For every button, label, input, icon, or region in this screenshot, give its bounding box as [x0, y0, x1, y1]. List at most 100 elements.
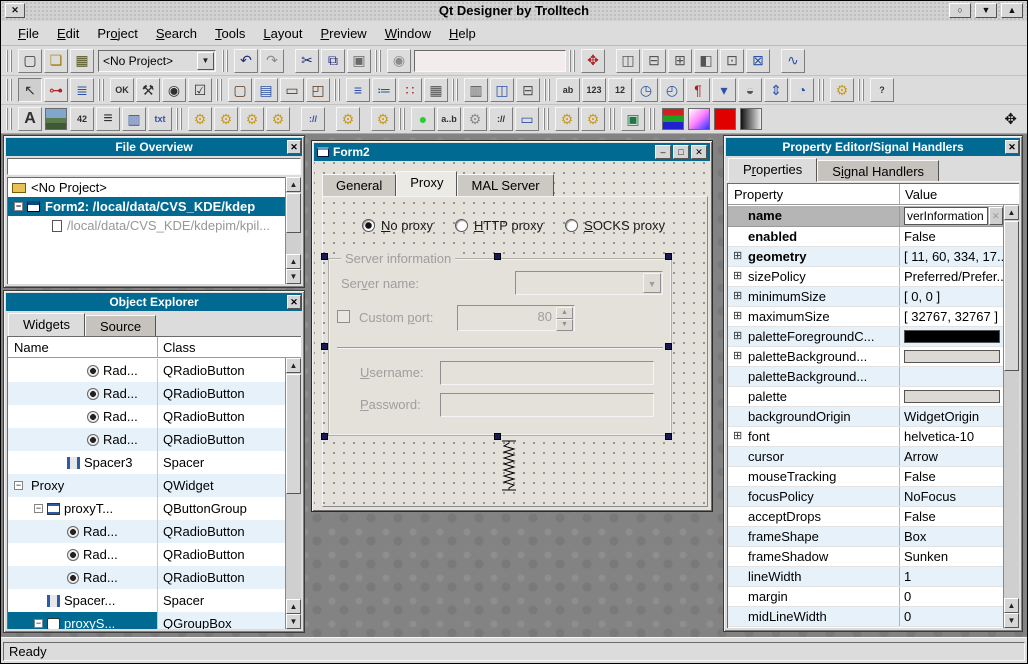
scroll-up-icon[interactable]: ▲ [1004, 598, 1019, 613]
property-row[interactable]: palette [728, 387, 1003, 407]
menu-window[interactable]: Window [376, 24, 440, 43]
property-row[interactable]: ⊞ paletteForegroundC... [728, 327, 1003, 347]
color-red-icon[interactable] [714, 108, 736, 130]
property-editor-scrollbar[interactable]: ▲ ▲ ▼ [1003, 205, 1019, 628]
undo-icon[interactable]: ↶ [234, 49, 258, 73]
color-swatch[interactable] [904, 390, 1000, 403]
kde-window-widget-icon[interactable]: ⚙ [336, 107, 360, 131]
scrollbar-thumb[interactable] [286, 193, 301, 233]
expand-icon[interactable]: ⊞ [733, 351, 744, 362]
table-row[interactable]: Rad... QRadioButton [8, 382, 285, 405]
close-icon[interactable]: ✕ [287, 295, 301, 309]
text-edit-icon[interactable]: ¶ [686, 78, 710, 102]
table-row[interactable]: Rad... QRadioButton [8, 428, 285, 451]
open-folder-icon[interactable]: ❏ [44, 49, 68, 73]
line-icon[interactable]: ≡ [96, 107, 120, 131]
window-iconify-button[interactable]: ▼ [975, 3, 997, 18]
radio-button-icon[interactable]: ◉ [162, 78, 186, 102]
kde-password-widget-icon[interactable]: ⚙ [240, 107, 264, 131]
property-row[interactable]: backgroundOrigin WidgetOrigin [728, 407, 1003, 427]
expand-icon[interactable]: ⊞ [733, 271, 744, 282]
kde-file-gear-icon[interactable]: ⚙ [581, 107, 605, 131]
kde-range-icon[interactable]: a..b [437, 107, 461, 131]
table-row[interactable]: − Proxy QWidget [8, 474, 285, 497]
tab-source[interactable]: Source [85, 315, 156, 336]
menu-layout[interactable]: Layout [254, 24, 311, 43]
expand-icon[interactable]: ⊞ [733, 291, 744, 302]
tab-widget-icon[interactable]: ◰ [306, 78, 330, 102]
text-browser-icon[interactable]: txt [148, 107, 172, 131]
scroll-up-icon[interactable]: ▲ [286, 599, 301, 614]
property-row[interactable]: acceptDrops False [728, 507, 1003, 527]
slider-icon[interactable]: ◒ [738, 78, 762, 102]
table-header[interactable]: Property Value [728, 184, 1019, 205]
window-maximize-button[interactable]: ▲ [1001, 3, 1023, 18]
toolbar-handle[interactable] [375, 50, 383, 72]
file-overview-scrollbar[interactable]: ▲ ▲ ▼ [285, 177, 301, 284]
table-row[interactable]: Rad... QRadioButton [8, 543, 285, 566]
expand-icon[interactable]: ⊞ [733, 331, 744, 342]
file-overview-titlebar[interactable]: File Overview ✕ [6, 138, 302, 156]
scroll-bar-icon[interactable]: ⇕ [764, 78, 788, 102]
push-button-icon[interactable]: OK [110, 78, 134, 102]
property-row[interactable]: frameShadow Sunken [728, 547, 1003, 567]
layout-horizontal-icon[interactable]: ◫ [616, 49, 640, 73]
connect-signals-icon[interactable]: ⊶ [44, 78, 68, 102]
kde-lineedit-widget-icon[interactable]: ⚙ [214, 107, 238, 131]
color-picker-icon[interactable] [688, 108, 710, 130]
color-swatch[interactable] [904, 330, 1000, 343]
frame-icon[interactable]: ▭ [280, 78, 304, 102]
kde-date-widget-icon[interactable]: ⚙ [266, 107, 290, 131]
property-row[interactable]: focusPolicy NoFocus [728, 487, 1003, 507]
reset-icon[interactable]: ✕ [989, 207, 1004, 225]
scroll-up-icon[interactable]: ▲ [286, 177, 301, 192]
progress-bar-icon[interactable]: ▥ [122, 107, 146, 131]
selection-handle[interactable] [321, 253, 328, 260]
radio-socks-proxy[interactable]: SOCKS proxy [565, 218, 665, 233]
time-edit-icon[interactable]: ◷ [634, 78, 658, 102]
find-icon[interactable]: ◉ [387, 49, 411, 73]
maximize-icon[interactable]: □ [673, 145, 689, 159]
text-view-icon[interactable]: ▥ [464, 78, 488, 102]
menu-preview[interactable]: Preview [311, 24, 375, 43]
custom-widget-icon[interactable]: ⚙ [830, 78, 854, 102]
property-row[interactable]: ⊞ minimumSize [ 0, 0 ] [728, 287, 1003, 307]
whats-this-icon[interactable]: ? [870, 78, 894, 102]
property-row[interactable]: margin 0 [728, 587, 1003, 607]
layout-vertical-icon[interactable]: ⊟ [642, 49, 666, 73]
tree-expander-icon[interactable]: − [34, 619, 43, 628]
menu-file[interactable]: File [9, 24, 48, 43]
property-editor-titlebar[interactable]: Property Editor/Signal Handlers ✕ [726, 138, 1020, 156]
form-tab[interactable]: MAL Server [457, 174, 553, 196]
tree-expander-icon[interactable]: − [34, 504, 43, 513]
kde-number-widget-icon[interactable]: ⚙ [371, 107, 395, 131]
selection-handle[interactable] [665, 343, 672, 350]
redo-icon[interactable]: ↷ [260, 49, 284, 73]
color-gradient-icon[interactable] [740, 108, 762, 130]
date-edit-icon[interactable]: 12 [608, 78, 632, 102]
column-property[interactable]: Property [728, 184, 900, 204]
scroll-up-icon[interactable]: ▲ [1004, 205, 1019, 220]
table-row[interactable]: Rad... QRadioButton [8, 359, 285, 382]
property-row[interactable]: cursor Arrow [728, 447, 1003, 467]
table-row[interactable]: Spacer3 Spacer [8, 451, 285, 474]
scroll-up-icon[interactable]: ▲ [286, 358, 301, 373]
tree-item-source-file[interactable]: /local/data/CVS_KDE/kdepim/kpil... [8, 216, 285, 235]
server-name-combobox[interactable]: ▼ [515, 271, 663, 295]
table-icon[interactable]: ▦ [424, 78, 448, 102]
adjust-size-icon[interactable]: ✥ [581, 49, 605, 73]
toolbar-handle[interactable] [222, 50, 230, 72]
layout-split-vertical-icon[interactable]: ⊡ [720, 49, 744, 73]
username-field[interactable] [440, 361, 654, 385]
tab-signal-handlers[interactable]: Signal Handlers [817, 160, 939, 181]
menu-search[interactable]: Search [147, 24, 206, 43]
object-explorer-titlebar[interactable]: Object Explorer ✕ [6, 293, 302, 311]
kde-gear-widget-icon[interactable]: ⚙ [463, 107, 487, 131]
kde-doc-gear-icon[interactable]: ⚙ [555, 107, 579, 131]
property-row[interactable]: ⊞ maximumSize [ 32767, 32767 ] [728, 307, 1003, 327]
tree-expander-icon[interactable]: − [14, 481, 23, 490]
menu-tools[interactable]: Tools [206, 24, 254, 43]
minimize-icon[interactable]: – [655, 145, 671, 159]
custom-port-spinbox[interactable]: 80 ▲ ▼ [457, 305, 575, 331]
list-box-icon[interactable]: ≡ [346, 78, 370, 102]
